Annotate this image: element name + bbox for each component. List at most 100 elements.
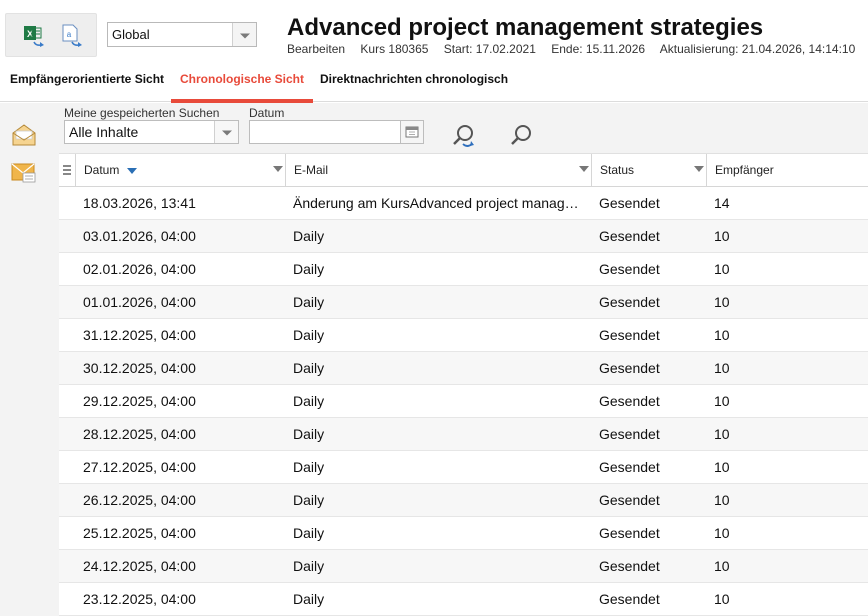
cell-recipients: 10 (714, 393, 730, 409)
scope-select[interactable]: Global (107, 22, 257, 47)
reset-search-icon[interactable] (449, 122, 477, 150)
cell-status: Gesendet (599, 327, 660, 343)
cell-email: Daily (293, 261, 325, 277)
cell-date: 28.12.2025, 04:00 (83, 426, 196, 442)
cell-date: 18.03.2026, 13:41 (83, 195, 196, 211)
envelope-icon[interactable] (10, 159, 38, 187)
cell-date: 02.01.2026, 04:00 (83, 261, 196, 277)
table-row[interactable]: 23.12.2025, 04:00 Daily Gesendet 10 (59, 583, 868, 616)
cell-recipients: 10 (714, 459, 730, 475)
cell-email: Daily (293, 492, 325, 508)
table-row[interactable]: 01.01.2026, 04:00 Daily Gesendet 10 (59, 286, 868, 319)
tab-chronological-view[interactable]: Chronologische Sicht (170, 72, 314, 103)
table-row[interactable]: 29.12.2025, 04:00 Daily Gesendet 10 (59, 385, 868, 418)
start-date: Start: 17.02.2021 (443, 42, 536, 56)
cell-date: 01.01.2026, 04:00 (83, 294, 196, 310)
excel-export-icon[interactable]: X (20, 22, 48, 50)
filter-bar: Meine gespeicherten Suchen Alle Inhalte … (59, 103, 868, 154)
cell-email: Daily (293, 360, 325, 376)
table-row[interactable]: 26.12.2025, 04:00 Daily Gesendet 10 (59, 484, 868, 517)
table-row[interactable]: 30.12.2025, 04:00 Daily Gesendet 10 (59, 352, 868, 385)
cell-status: Gesendet (599, 525, 660, 541)
column-header-date[interactable]: Datum (84, 154, 138, 187)
cell-email: Daily (293, 228, 325, 244)
table-row[interactable]: 02.01.2026, 04:00 Daily Gesendet 10 (59, 253, 868, 286)
cell-status: Gesendet (599, 261, 660, 277)
chevron-down-icon[interactable] (214, 121, 238, 143)
page-title: Advanced project management strategies (287, 14, 764, 41)
cell-recipients: 10 (714, 591, 730, 607)
search-icon[interactable] (507, 122, 535, 150)
cell-date: 30.12.2025, 04:00 (83, 360, 196, 376)
grid-header: Datum E-Mail Status Empfänger (59, 154, 868, 187)
cell-status: Gesendet (599, 294, 660, 310)
column-header-status[interactable]: Status (600, 154, 634, 187)
sort-desc-icon (127, 167, 138, 174)
cell-email: Änderung am KursAdvanced project managem… (293, 195, 582, 211)
cell-status: Gesendet (599, 393, 660, 409)
tab-direct-messages[interactable]: Direktnachrichten chronologisch (320, 72, 508, 102)
cell-email: Daily (293, 327, 325, 343)
cell-email: Daily (293, 525, 325, 541)
table-row[interactable]: 31.12.2025, 04:00 Daily Gesendet 10 (59, 319, 868, 352)
cell-recipients: 10 (714, 261, 730, 277)
cell-date: 31.12.2025, 04:00 (83, 327, 196, 343)
cell-email: Daily (293, 591, 325, 607)
table-row[interactable]: 18.03.2026, 13:41 Änderung am KursAdvanc… (59, 187, 868, 220)
cell-status: Gesendet (599, 492, 660, 508)
table-row[interactable]: 24.12.2025, 04:00 Daily Gesendet 10 (59, 550, 868, 583)
date-label: Datum (249, 106, 285, 120)
cell-recipients: 10 (714, 327, 730, 343)
cell-recipients: 10 (714, 558, 730, 574)
saved-search-label: Meine gespeicherten Suchen (64, 106, 220, 120)
grid-body: 18.03.2026, 13:41 Änderung am KursAdvanc… (59, 187, 868, 616)
cell-status: Gesendet (599, 195, 660, 211)
cell-status: Gesendet (599, 360, 660, 376)
chevron-down-icon[interactable] (579, 166, 589, 172)
course-number: Kurs 180365 (360, 42, 429, 56)
mail-grid: Datum E-Mail Status Empfänger 18.03.2026… (59, 154, 868, 616)
column-header-email[interactable]: E-Mail (294, 154, 328, 187)
cell-status: Gesendet (599, 459, 660, 475)
cell-recipients: 10 (714, 426, 730, 442)
cell-email: Daily (293, 393, 325, 409)
export-toolbar: X a (5, 13, 97, 57)
cell-date: 29.12.2025, 04:00 (83, 393, 196, 409)
open-envelope-icon[interactable] (10, 121, 38, 149)
saved-search-value: Alle Inhalte (69, 124, 139, 140)
chevron-down-icon[interactable] (232, 23, 256, 46)
cell-email: Daily (293, 459, 325, 475)
cell-recipients: 14 (714, 195, 730, 211)
cell-status: Gesendet (599, 426, 660, 442)
edit-link[interactable]: Bearbeiten (287, 42, 345, 56)
view-tabs: Empfängerorientierte Sicht Chronologisch… (0, 64, 868, 103)
tab-recipient-view[interactable]: Empfängerorientierte Sicht (10, 72, 164, 102)
cell-recipients: 10 (714, 360, 730, 376)
chevron-down-icon[interactable] (694, 166, 704, 172)
date-input[interactable] (249, 120, 401, 144)
column-menu-icon[interactable] (63, 165, 71, 175)
table-row[interactable]: 27.12.2025, 04:00 Daily Gesendet 10 (59, 451, 868, 484)
cell-email: Daily (293, 294, 325, 310)
table-row[interactable]: 28.12.2025, 04:00 Daily Gesendet 10 (59, 418, 868, 451)
calendar-icon[interactable] (401, 120, 424, 144)
cell-date: 24.12.2025, 04:00 (83, 558, 196, 574)
table-row[interactable]: 25.12.2025, 04:00 Daily Gesendet 10 (59, 517, 868, 550)
left-rail (0, 103, 59, 616)
updated-date: Aktualisierung: 21.04.2026, 14:14:10 (659, 42, 856, 56)
cell-status: Gesendet (599, 228, 660, 244)
scope-select-value: Global (112, 27, 150, 42)
svg-text:a: a (67, 30, 72, 39)
cell-email: Daily (293, 426, 325, 442)
cell-date: 25.12.2025, 04:00 (83, 525, 196, 541)
cell-date: 23.12.2025, 04:00 (83, 591, 196, 607)
table-row[interactable]: 03.01.2026, 04:00 Daily Gesendet 10 (59, 220, 868, 253)
document-export-icon[interactable]: a (58, 22, 86, 50)
column-header-date-label: Datum (84, 163, 120, 177)
cell-status: Gesendet (599, 558, 660, 574)
column-header-recipients[interactable]: Empfänger (715, 154, 774, 187)
saved-search-select[interactable]: Alle Inhalte (64, 120, 239, 144)
chevron-down-icon[interactable] (273, 166, 283, 172)
course-meta: Bearbeiten Kurs 180365 Start: 17.02.2021… (287, 42, 867, 56)
cell-recipients: 10 (714, 492, 730, 508)
